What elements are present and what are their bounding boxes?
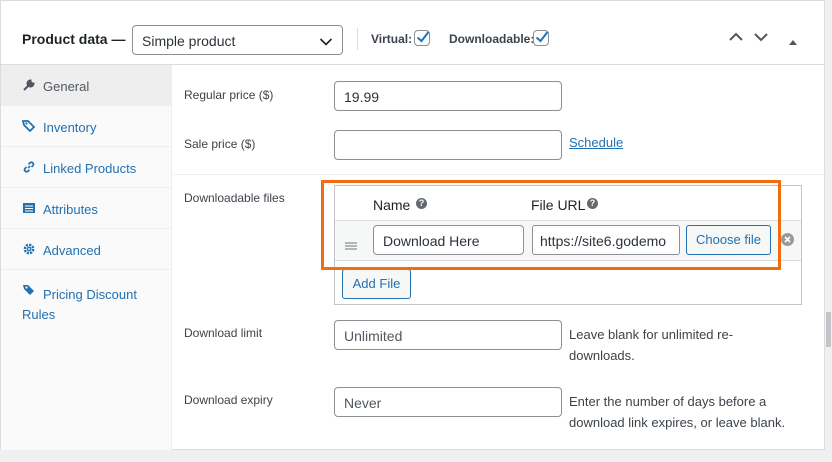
product-data-tabs: General Inventory Linked Products Attrib… xyxy=(1,65,172,450)
download-expiry-placeholder: Never xyxy=(344,395,382,411)
product-type-value: Simple product xyxy=(142,33,236,49)
download-limit-placeholder: Unlimited xyxy=(344,328,403,344)
regular-price-value: 19.99 xyxy=(344,89,380,105)
virtual-label: Virtual: xyxy=(371,32,413,46)
remove-file-icon[interactable] xyxy=(781,233,794,246)
download-expiry-label: Download expiry xyxy=(184,393,273,407)
highlight-box xyxy=(321,180,781,270)
chevron-up-icon[interactable] xyxy=(728,31,744,46)
tag-icon xyxy=(21,119,36,133)
page-scrollbar[interactable] xyxy=(825,0,832,462)
sale-price-input[interactable] xyxy=(334,130,562,160)
product-type-select[interactable]: Simple product xyxy=(132,25,343,55)
tab-attributes[interactable]: Attributes xyxy=(1,188,171,229)
download-limit-label: Download limit xyxy=(184,326,263,340)
scrollbar-thumb[interactable] xyxy=(826,312,831,347)
gear-icon xyxy=(22,242,36,256)
tab-label: Linked Products xyxy=(43,161,137,176)
tab-label: Attributes xyxy=(43,202,98,217)
download-limit-description: Leave blank for unlimited re-downloads. xyxy=(569,327,734,363)
tab-label: Advanced xyxy=(43,243,101,258)
downloadable-label: Downloadable: xyxy=(449,32,535,46)
tab-linked-products[interactable]: Linked Products xyxy=(1,147,171,188)
table-icon xyxy=(22,201,36,215)
tab-label: General xyxy=(43,79,90,94)
regular-price-input[interactable]: 19.99 xyxy=(334,81,562,111)
panel-title: Product data — xyxy=(22,31,126,47)
sale-price-label: Sale price ($) xyxy=(184,137,256,151)
add-file-button[interactable]: Add File xyxy=(342,269,411,299)
wrench-icon xyxy=(22,78,36,92)
link-icon xyxy=(22,160,36,174)
tab-advanced[interactable]: Advanced xyxy=(1,229,171,270)
tab-label: Pricing Discount Rules xyxy=(22,287,137,322)
download-expiry-description: Enter the number of days before a downlo… xyxy=(569,394,786,430)
downloadable-checkbox[interactable] xyxy=(533,30,549,46)
regular-price-label: Regular price ($) xyxy=(184,88,274,102)
check-icon xyxy=(535,31,549,43)
virtual-checkbox[interactable] xyxy=(414,30,430,46)
download-limit-input[interactable]: Unlimited xyxy=(334,320,562,350)
downloadable-files-label: Downloadable files xyxy=(184,191,285,205)
header-divider xyxy=(357,28,358,50)
tab-inventory[interactable]: Inventory xyxy=(1,106,171,147)
tab-general[interactable]: General xyxy=(1,65,171,106)
chevron-down-icon[interactable] xyxy=(753,31,769,46)
section-divider xyxy=(173,174,825,175)
check-icon xyxy=(416,31,430,43)
product-data-header: Product data — Simple product Virtual: D… xyxy=(1,1,824,65)
tab-pricing-discount-rules[interactable]: Pricing Discount Rules xyxy=(1,270,171,326)
download-expiry-input[interactable]: Never xyxy=(334,387,562,417)
chevron-down-icon xyxy=(319,35,333,50)
triangle-up-icon[interactable] xyxy=(788,34,798,49)
schedule-link[interactable]: Schedule xyxy=(569,135,623,150)
tab-label: Inventory xyxy=(43,120,97,135)
product-data-panel: Product data — Simple product Virtual: D… xyxy=(0,0,825,450)
